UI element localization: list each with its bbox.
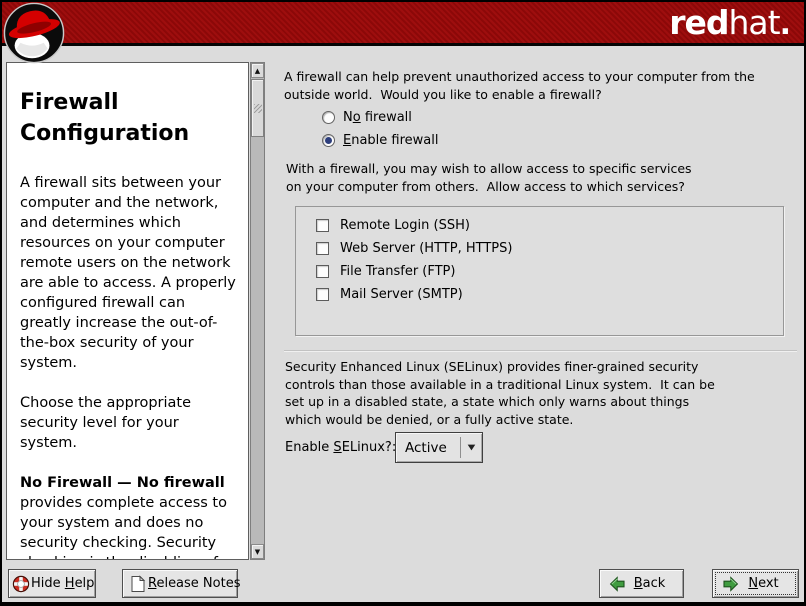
scrollbar-thumb[interactable] <box>251 79 264 137</box>
chevron-down-icon: ▼ <box>460 437 482 458</box>
service-label: Remote Login (SSH) <box>340 218 470 233</box>
help-title: Firewall Configuration <box>20 87 237 149</box>
section-divider <box>284 350 797 352</box>
hide-help-label: Hide Help <box>31 576 94 591</box>
service-row-ssh[interactable]: Remote Login (SSH) <box>296 214 783 237</box>
radio-enable-firewall[interactable]: Enable firewall <box>322 130 439 150</box>
release-notes-button[interactable]: Release Notes <box>122 569 238 598</box>
service-label: File Transfer (FTP) <box>340 264 455 279</box>
help-panel: Firewall Configuration A firewall sits b… <box>6 62 249 560</box>
arrow-up-icon: ▲ <box>255 67 260 75</box>
checkbox-icon[interactable] <box>316 265 329 278</box>
selinux-description-text: Security Enhanced Linux (SELinux) provid… <box>285 358 715 428</box>
lifebuoy-icon <box>12 575 30 593</box>
redhat-wordmark: redhat. <box>669 3 790 43</box>
redhat-shadowman-logo-icon <box>3 2 65 64</box>
checkbox-icon[interactable] <box>316 288 329 301</box>
service-row-http[interactable]: Web Server (HTTP, HTTPS) <box>296 237 783 260</box>
radio-enable-firewall-label: Enable firewall <box>343 133 439 148</box>
services-list: Remote Login (SSH) Web Server (HTTP, HTT… <box>295 206 784 336</box>
service-row-smtp[interactable]: Mail Server (SMTP) <box>296 283 783 306</box>
service-row-ftp[interactable]: File Transfer (FTP) <box>296 260 783 283</box>
service-label: Mail Server (SMTP) <box>340 287 463 302</box>
checkbox-icon[interactable] <box>316 242 329 255</box>
help-paragraph-3: No Firewall — No firewall provides compl… <box>20 473 237 560</box>
hide-help-button[interactable]: Hide Help <box>8 569 96 598</box>
arrow-right-icon <box>722 576 739 592</box>
banner: redhat. <box>0 0 806 46</box>
checkbox-icon[interactable] <box>316 219 329 232</box>
document-icon <box>129 575 146 593</box>
selinux-dropdown-value: Active <box>396 440 460 456</box>
scrollbar-up-button[interactable]: ▲ <box>251 63 264 78</box>
arrow-down-icon: ▼ <box>255 548 260 556</box>
scrollbar-down-button[interactable]: ▼ <box>251 544 264 559</box>
help-scrollbar[interactable]: ▲ ▼ <box>250 62 265 560</box>
services-question-text: With a firewall, you may wish to allow a… <box>286 160 692 195</box>
selinux-setting-row: Enable SELinux?: Active ▼ <box>285 432 685 463</box>
help-paragraph-3-rest: provides complete access to your system … <box>20 495 227 560</box>
help-paragraph-2: Choose the appropriate security level fo… <box>20 393 237 453</box>
release-notes-label: Release Notes <box>148 576 240 591</box>
installer-window: redhat. Firewall Configuration A firewal… <box>0 0 806 606</box>
arrow-left-icon <box>609 576 626 592</box>
wordmark-red: red <box>669 3 728 42</box>
footer-bar: Hide Help Release Notes Back <box>0 568 806 602</box>
help-paragraph-1: A firewall sits between your computer an… <box>20 173 237 373</box>
selinux-label: Enable SELinux?: <box>285 440 396 455</box>
radio-no-firewall-label: No firewall <box>343 110 412 125</box>
radio-button-icon[interactable] <box>322 111 335 124</box>
next-button[interactable]: Next <box>712 569 799 598</box>
radio-no-firewall[interactable]: No firewall <box>322 107 412 127</box>
service-label: Web Server (HTTP, HTTPS) <box>340 241 512 256</box>
next-label: Next <box>739 576 788 591</box>
help-paragraph-3-bold: No Firewall — No firewall <box>20 475 225 491</box>
wordmark-hat: hat <box>729 3 780 42</box>
radio-button-selected-icon[interactable] <box>322 134 335 147</box>
firewall-question-text: A firewall can help prevent unauthorized… <box>284 68 755 103</box>
selinux-dropdown[interactable]: Active ▼ <box>395 432 483 463</box>
wordmark-dot: . <box>780 7 790 42</box>
back-button[interactable]: Back <box>599 569 684 598</box>
back-label: Back <box>626 576 673 591</box>
